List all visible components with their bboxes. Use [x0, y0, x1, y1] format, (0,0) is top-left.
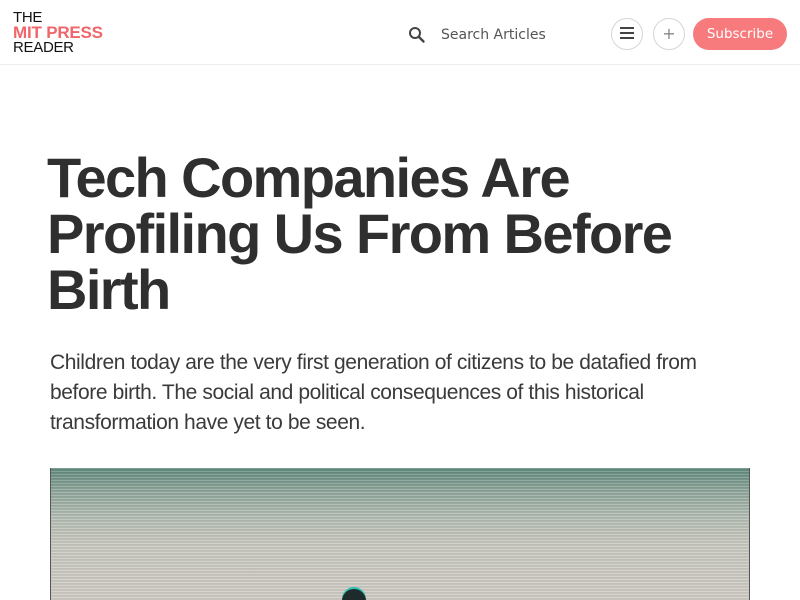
hamburger-menu-icon [620, 26, 634, 42]
search-icon[interactable] [408, 26, 426, 44]
article-title: Tech Companies Are Profiling Us From Bef… [47, 146, 673, 321]
menu-button[interactable] [611, 18, 643, 50]
logo-line-reader: READER [13, 39, 74, 56]
add-button[interactable]: + [653, 18, 685, 50]
article-dek: Children today are the very first genera… [50, 351, 697, 434]
hero-figure-silhouette [342, 589, 366, 600]
site-logo[interactable]: THE MIT PRESS READER [13, 10, 103, 55]
logo-line-mit-press: MIT PRESS [13, 23, 103, 42]
search-bar [408, 22, 588, 48]
plus-icon: + [662, 24, 676, 43]
hero-image [50, 468, 750, 600]
site-header: THE MIT PRESS READER + Subscribe [0, 0, 800, 65]
subscribe-button[interactable]: Subscribe [693, 18, 787, 50]
search-input[interactable] [441, 23, 571, 47]
